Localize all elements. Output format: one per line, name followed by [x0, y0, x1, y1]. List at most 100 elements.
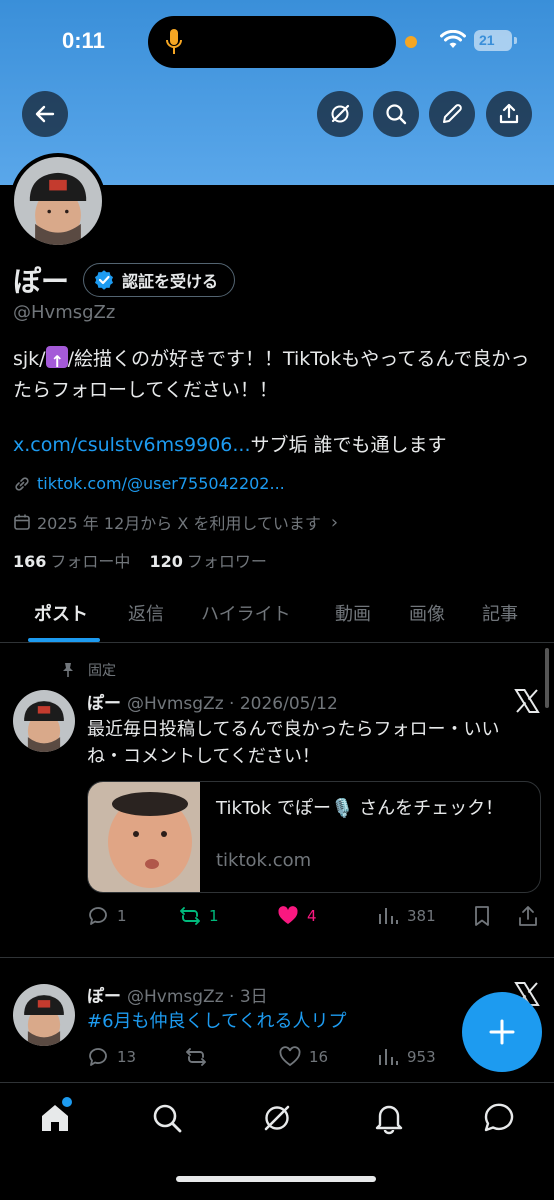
share-button[interactable] [486, 91, 532, 137]
grok-icon [331, 104, 350, 123]
get-verified-button[interactable]: 認証を受ける [83, 263, 236, 297]
post-actions: 1 1 4 381 [87, 905, 541, 931]
notification-dot [62, 1097, 72, 1107]
avatar-image [13, 690, 75, 752]
post-share-button[interactable] [517, 905, 547, 927]
arrow-left-icon [35, 105, 55, 123]
reply-count: 13 [117, 1048, 137, 1066]
calendar-icon [14, 514, 30, 530]
share-icon [519, 906, 537, 926]
profile-avatar[interactable] [10, 153, 106, 249]
repost-button[interactable] [185, 1046, 215, 1068]
wifi-icon [440, 30, 466, 48]
link-icon [15, 476, 29, 491]
bio-link-suffix: サブ垢 誰でも通します [250, 434, 447, 456]
bio-text-start: sjk/ [13, 348, 46, 370]
grok-button[interactable] [317, 91, 363, 137]
plus-icon [489, 1019, 515, 1045]
battery-icon: 21 [474, 30, 517, 51]
status-bar: 0:11 21 [0, 0, 554, 80]
bio-link[interactable]: x.com/csulstv6ms9906... [13, 434, 251, 456]
home-indicator[interactable] [176, 1176, 376, 1182]
tab-replies[interactable]: 返信 [128, 600, 164, 626]
view-count: 381 [407, 907, 436, 925]
post-handle-date: @HvmsgZz · 2026/05/12 [127, 694, 338, 714]
avatar-image [14, 157, 102, 245]
tab-images[interactable]: 画像 [409, 600, 445, 626]
reply-icon [89, 907, 107, 925]
pencil-icon [443, 104, 462, 123]
like-button[interactable]: 16 [279, 1046, 328, 1068]
bottom-navigation [0, 1082, 554, 1200]
heart-filled-icon [278, 906, 298, 924]
person-emoji-icon [45, 346, 68, 377]
views-button[interactable]: 953 [377, 1046, 436, 1068]
x-logo-icon [514, 689, 540, 713]
grok-icon[interactable] [260, 1101, 294, 1135]
repost-button[interactable]: 1 [179, 905, 219, 927]
microphone-icon [166, 29, 182, 54]
following-count: 166 [13, 552, 47, 571]
share-icon [499, 103, 519, 124]
messages-icon[interactable] [482, 1101, 516, 1135]
bookmark-button[interactable] [471, 905, 501, 927]
search-button[interactable] [373, 91, 419, 137]
follow-stats: 166 フォロー中 120 フォロワー [13, 548, 267, 572]
back-button[interactable] [22, 91, 68, 137]
joined-row[interactable]: 2025 年 12月から X を利用しています › [13, 510, 338, 534]
bell-icon[interactable] [372, 1101, 406, 1135]
post-header: ぽー @HvmsgZz · 2026/05/12 [87, 689, 338, 714]
bookmark-icon [475, 906, 489, 926]
followers-label: フォロワー [186, 552, 267, 571]
scrollbar[interactable] [545, 648, 549, 708]
post-author-name[interactable]: ぽー [87, 987, 121, 1007]
views-button[interactable]: 381 [377, 905, 436, 927]
post-divider [0, 957, 554, 958]
reply-count: 1 [117, 907, 127, 925]
card-title: TikTok でぽー🎙️ さんをチェック！ [216, 798, 504, 819]
post-header: ぽー @HvmsgZz · 3日 [87, 982, 268, 1007]
verified-badge-icon [95, 270, 114, 290]
profile-tabs: ポスト 返信 ハイライト 動画 画像 記事 [0, 588, 554, 643]
analytics-icon [379, 908, 398, 924]
post-avatar[interactable] [13, 690, 75, 752]
post-author-name[interactable]: ぽー [87, 694, 121, 714]
reply-button[interactable]: 1 [87, 905, 127, 927]
following-label: フォロー中 [50, 552, 131, 571]
profile-bio: sjk//絵描くのが好きです！！TikTokもやってるんで良かったらフォローして… [13, 344, 543, 406]
search-icon [386, 104, 407, 125]
pinned-label: 固定 [60, 660, 116, 680]
analytics-icon [379, 1049, 398, 1065]
post-text: 最近毎日投稿してるんで良かったらフォロー・いいね・コメントしてください！ [87, 719, 500, 767]
like-count: 4 [307, 907, 317, 925]
dynamic-island [148, 16, 396, 68]
following-link[interactable]: 166 フォロー中 [13, 552, 130, 571]
display-name: ぽー [13, 265, 70, 298]
tab-highlights[interactable]: ハイライト [201, 600, 291, 626]
compose-post-button[interactable] [462, 992, 542, 1072]
website-link[interactable]: tiktok.com/@user755042202... [37, 474, 285, 493]
tab-videos[interactable]: 動画 [335, 600, 371, 626]
followers-link[interactable]: 120 フォロワー [150, 552, 267, 571]
status-time: 0:11 [62, 28, 105, 53]
post-avatar[interactable] [13, 984, 75, 1046]
repost-count: 1 [209, 907, 219, 925]
website-row[interactable]: tiktok.com/@user755042202... [13, 474, 285, 493]
link-card[interactable]: TikTok でぽー🎙️ さんをチェック！ tiktok.com [87, 781, 541, 893]
repost-icon [180, 907, 200, 925]
get-verified-label: 認証を受ける [122, 272, 219, 291]
edit-button[interactable] [429, 91, 475, 137]
like-button[interactable]: 4 [277, 905, 317, 927]
view-count: 953 [407, 1048, 436, 1066]
search-icon[interactable] [150, 1101, 184, 1135]
profile-handle: @HvmsgZz [13, 302, 116, 323]
bio-text-rest: /絵描くのが好きです！！TikTokもやってるんで良かったらフォローしてください… [13, 348, 530, 401]
tab-posts[interactable]: ポスト [34, 600, 88, 626]
reply-icon [89, 1048, 107, 1066]
card-thumbnail [88, 782, 200, 892]
pinned-text: 固定 [88, 663, 116, 679]
tab-articles[interactable]: 記事 [482, 600, 518, 626]
avatar-image [13, 984, 75, 1046]
reply-button[interactable]: 13 [87, 1046, 136, 1068]
card-domain: tiktok.com [216, 850, 312, 871]
